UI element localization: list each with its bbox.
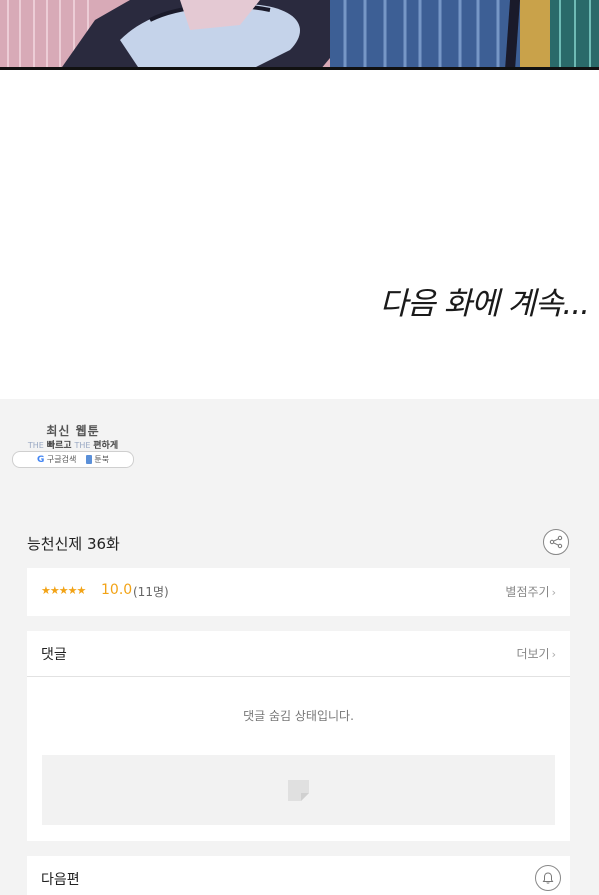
share-button[interactable] [543,529,569,555]
more-button-label: 더보기 [516,647,550,661]
episode-title: 능천신제 36화 [27,535,120,553]
rate-button-label: 별점주기 [505,585,550,599]
share-icon [549,535,563,549]
comments-header: 댓글 더보기 › [27,631,570,677]
toonbook-label: 툰북 [86,454,109,465]
google-icon: G [36,455,45,465]
watermark-the-2: THE [74,441,91,450]
comments-card: 댓글 더보기 › 댓글 숨김 상태입니다. [27,631,570,841]
star-rating-icon: ★★★★★ [41,584,86,597]
watermark-title: 최신 웹툰 [46,424,100,438]
watermark-search-pill: G 구글검색 툰북 [12,451,134,468]
rating-count: (11명) [133,585,169,599]
google-search-label: G 구글검색 [37,454,76,465]
bell-icon [542,872,554,884]
watermark-badge: 최신 웹툰 THE 빠르고 THE 편하게 G 구글검색 툰북 [12,420,134,470]
chevron-right-icon: › [551,586,556,599]
watermark-fast: 빠르고 [46,441,72,451]
comic-end-panel: 다음 화에 계속... [0,70,599,399]
placeholder-image-icon [288,780,309,801]
comments-hidden-message: 댓글 숨김 상태입니다. [243,709,354,723]
notification-button[interactable] [535,865,561,891]
watermark-subtitle: THE 빠르고 THE 편하게 [12,438,134,451]
comments-more-button[interactable]: 더보기 › [516,645,556,662]
rating-card: ★★★★★ 10.0 (11명) 별점주기 › [27,568,570,616]
next-episode-card[interactable]: 다음편 [27,856,570,895]
google-search-text: 구글검색 [46,455,77,464]
comic-panel-image [0,0,599,70]
rate-button[interactable]: 별점주기 › [505,583,556,600]
watermark-the-1: THE [27,441,44,450]
comment-ad-placeholder [42,755,555,825]
comments-title: 댓글 [41,647,67,663]
toonbook-text: 툰북 [94,455,110,464]
book-icon [86,455,93,464]
to-be-continued-text: 다음 화에 계속... [379,286,590,322]
next-episode-title: 다음편 [41,872,80,888]
rating-score: 10.0 [101,582,133,598]
chevron-right-icon: › [551,648,556,661]
watermark-easy: 편하게 [93,441,119,451]
